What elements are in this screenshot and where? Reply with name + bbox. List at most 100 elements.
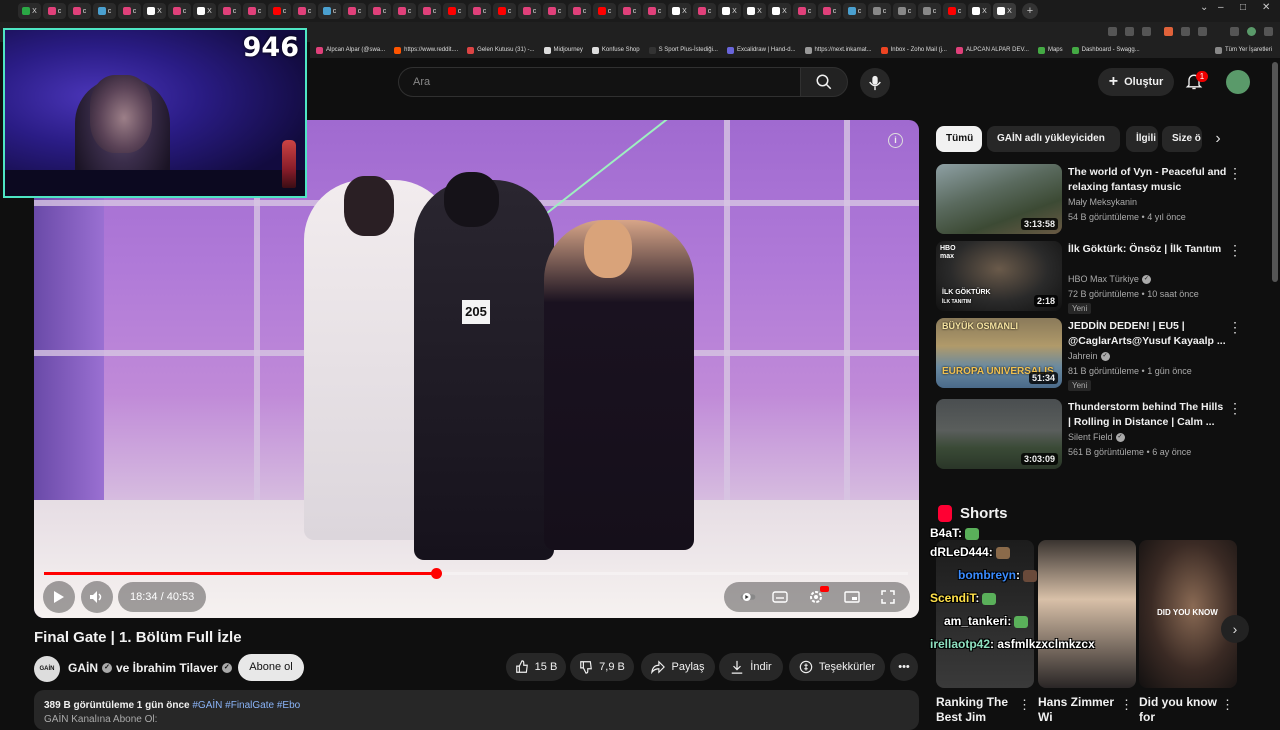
downloads-icon[interactable] bbox=[1230, 27, 1239, 36]
browser-tab[interactable]: c bbox=[243, 3, 266, 19]
maximize-icon[interactable]: □ bbox=[1240, 2, 1246, 13]
subtitles-icon[interactable] bbox=[772, 589, 788, 605]
recommended-video[interactable]: BÜYÜK OSMANLI EUROPA UNIVERSALIS 51:34 JEDD… bbox=[936, 318, 1246, 392]
recommended-video[interactable]: 3:03:09 Thunderstorm behind The Hills | R… bbox=[936, 399, 1246, 473]
bookmark-star-icon[interactable] bbox=[1142, 27, 1151, 36]
search-input[interactable]: Ara bbox=[398, 67, 800, 97]
more-vertical-icon[interactable]: ⋮ bbox=[1018, 697, 1031, 713]
more-vertical-icon[interactable]: ⋮ bbox=[1228, 243, 1242, 257]
tab-search-icon[interactable]: ⌄ bbox=[1200, 2, 1208, 13]
bookmark-item[interactable]: Dashboard - Swagg... bbox=[1071, 46, 1140, 54]
more-vertical-icon[interactable]: ⋮ bbox=[1228, 320, 1242, 334]
extension-icon[interactable] bbox=[1164, 27, 1173, 36]
short-title[interactable]: Hans Zimmer Wi bbox=[1038, 695, 1118, 725]
close-window-icon[interactable]: ✕ bbox=[1262, 2, 1270, 13]
bookmark-item[interactable]: ALPCAN ALPAR DEV... bbox=[955, 46, 1029, 54]
browser-tab[interactable]: c bbox=[368, 3, 391, 19]
info-icon[interactable]: i bbox=[888, 133, 903, 148]
zoom-icon[interactable] bbox=[1125, 27, 1134, 36]
video-thumbnail[interactable]: BÜYÜK OSMANLI EUROPA UNIVERSALIS 51:34 bbox=[936, 318, 1062, 388]
browser-tab[interactable]: c bbox=[593, 3, 616, 19]
all-bookmarks[interactable]: Tüm Yer İşaretleri bbox=[1214, 46, 1272, 54]
bookmark-item[interactable]: https://next.inkamat... bbox=[804, 46, 872, 54]
cast-icon[interactable] bbox=[1108, 27, 1117, 36]
channel-name[interactable]: Mały Meksykanin bbox=[1068, 197, 1137, 207]
browser-tab[interactable]: c bbox=[293, 3, 316, 19]
channel-name[interactable]: GAİN bbox=[68, 661, 98, 675]
browser-tab[interactable]: X bbox=[193, 3, 216, 19]
more-vertical-icon[interactable]: ⋮ bbox=[1221, 697, 1234, 713]
short-title[interactable]: Ranking The Best Jim bbox=[936, 695, 1016, 725]
channel-name[interactable]: HBO Max Türkiye bbox=[1068, 274, 1139, 284]
scrubber-handle[interactable] bbox=[430, 568, 442, 579]
extension-icon[interactable] bbox=[1181, 27, 1190, 36]
miniplayer-icon[interactable] bbox=[844, 589, 860, 605]
browser-tab[interactable]: c bbox=[793, 3, 816, 19]
fullscreen-icon[interactable] bbox=[880, 589, 896, 605]
video-thumbnail[interactable]: 3:03:09 bbox=[936, 399, 1062, 469]
subscribe-button[interactable]: Abone ol bbox=[238, 654, 304, 681]
minimize-icon[interactable]: – bbox=[1218, 2, 1224, 13]
browser-tab[interactable]: c bbox=[568, 3, 591, 19]
browser-tab[interactable]: X bbox=[768, 3, 791, 19]
browser-tab[interactable]: X bbox=[718, 3, 741, 19]
bookmark-item[interactable]: Maps bbox=[1037, 46, 1063, 54]
channel-row[interactable]: HBO Max Türkiye ✓ bbox=[1068, 274, 1151, 284]
like-button[interactable]: 15 B bbox=[506, 653, 566, 681]
browser-tab[interactable]: X bbox=[143, 3, 166, 19]
browser-tab[interactable]: c bbox=[168, 3, 191, 19]
bookmark-item[interactable]: Alpcan Alpar (@swa... bbox=[316, 46, 385, 54]
browser-tab[interactable]: c bbox=[118, 3, 141, 19]
video-thumbnail[interactable]: HBO max İLK GÖKTÜRK İLK TANITIM 2:18 bbox=[936, 241, 1062, 311]
browser-tab[interactable]: c bbox=[43, 3, 66, 19]
channel-avatar[interactable]: GAİN bbox=[34, 656, 60, 682]
channel-name[interactable]: Silent Field bbox=[1068, 432, 1113, 442]
browser-tab[interactable]: c bbox=[543, 3, 566, 19]
browser-tab[interactable]: c bbox=[68, 3, 91, 19]
more-actions-button[interactable]: ••• bbox=[890, 653, 918, 681]
browser-tab[interactable]: c bbox=[443, 3, 466, 19]
video-title[interactable]: İlk Göktürk: Önsöz | İlk Tanıtım bbox=[1068, 242, 1228, 257]
browser-tab[interactable]: c bbox=[493, 3, 516, 19]
filter-chip[interactable]: Size ö bbox=[1162, 126, 1202, 152]
bookmark-item[interactable]: Inbox - Zoho Mail (j... bbox=[880, 46, 947, 54]
browser-tab[interactable]: X bbox=[743, 3, 766, 19]
short-title[interactable]: Did you know for bbox=[1139, 695, 1219, 725]
bookmark-item[interactable]: Gelen Kutusu (31) -... bbox=[467, 46, 535, 54]
more-vertical-icon[interactable]: ⋮ bbox=[1228, 401, 1242, 415]
browser-tab[interactable]: c bbox=[693, 3, 716, 19]
progress-bar[interactable] bbox=[44, 568, 908, 579]
bookmark-item[interactable]: https://www.reddit.... bbox=[394, 46, 458, 54]
channel-row[interactable]: Silent Field ✓ bbox=[1068, 432, 1125, 442]
browser-tab[interactable]: c bbox=[318, 3, 341, 19]
short-thumbnail[interactable]: DID YOU KNOW bbox=[1139, 540, 1237, 688]
thanks-button[interactable]: Teşekkürler bbox=[789, 653, 885, 681]
description-box[interactable]: 389 B görüntüleme 1 gün önce #GAİN #Fina… bbox=[34, 690, 919, 730]
filter-chip[interactable]: Tümü bbox=[936, 126, 982, 152]
browser-tab[interactable]: c bbox=[943, 3, 966, 19]
browser-menu-icon[interactable] bbox=[1264, 27, 1273, 36]
video-thumbnail[interactable]: 3:13:58 bbox=[936, 164, 1062, 234]
recommended-video[interactable]: HBO max İLK GÖKTÜRK İLK TANITIM 2:18 İlk Gök… bbox=[936, 241, 1246, 315]
browser-tab[interactable]: X bbox=[668, 3, 691, 19]
channel-name[interactable]: Jahrein bbox=[1068, 351, 1098, 361]
browser-tab[interactable]: c bbox=[343, 3, 366, 19]
browser-tab[interactable]: c bbox=[393, 3, 416, 19]
bookmark-item[interactable]: Midjourney bbox=[543, 46, 583, 54]
page-scrollbar[interactable] bbox=[1272, 62, 1278, 282]
browser-tab[interactable]: c bbox=[843, 3, 866, 19]
video-title[interactable]: JEDDİN DEDEN! | EU5 | @CaglarArts@Yusuf … bbox=[1068, 319, 1228, 349]
browser-tab[interactable]: c bbox=[418, 3, 441, 19]
profile-avatar[interactable] bbox=[1247, 27, 1256, 36]
channel-name-row[interactable]: GAİN ✓ ve İbrahim Tilaver ✓ bbox=[68, 661, 232, 675]
search-button[interactable] bbox=[800, 67, 848, 97]
more-vertical-icon[interactable]: ⋮ bbox=[1228, 166, 1242, 180]
shorts-next-button[interactable]: › bbox=[1221, 615, 1249, 643]
hashtags[interactable]: #GAİN #FinalGate #Ebo bbox=[192, 700, 300, 711]
share-button[interactable]: Paylaş bbox=[641, 653, 715, 681]
bookmark-item[interactable]: Konfuse Shop bbox=[591, 46, 640, 54]
channel-row[interactable]: Jahrein ✓ bbox=[1068, 351, 1110, 361]
extensions-puzzle-icon[interactable] bbox=[1198, 27, 1207, 36]
filter-chip[interactable]: İlgili bbox=[1126, 126, 1158, 152]
browser-tab[interactable]: c bbox=[893, 3, 916, 19]
